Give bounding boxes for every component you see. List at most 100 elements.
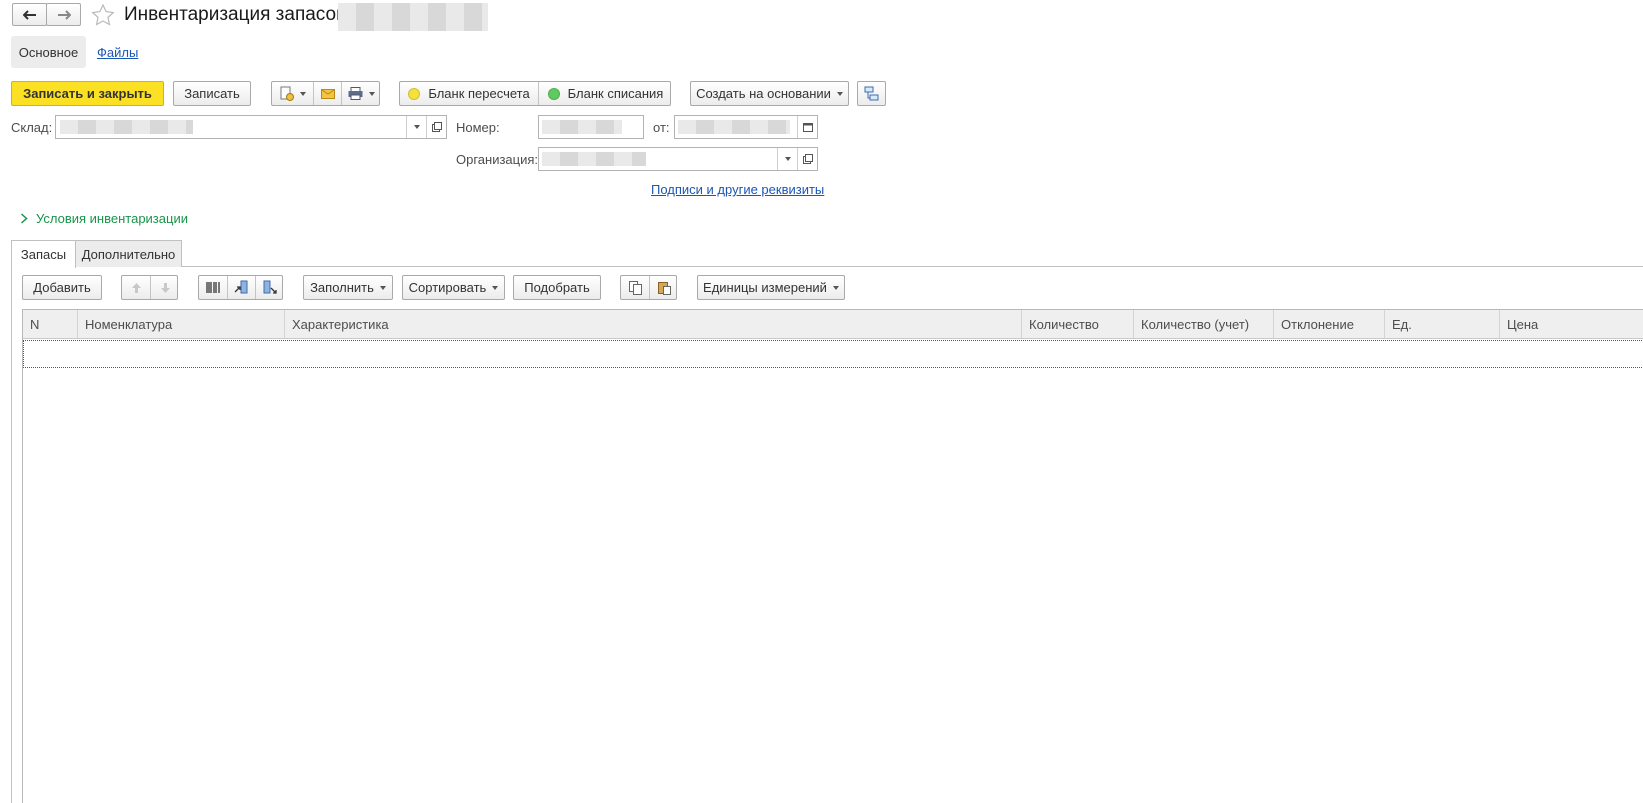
paste-button[interactable] (649, 276, 678, 299)
tab-panel-left-border (11, 266, 12, 803)
back-button[interactable] (12, 3, 47, 26)
attachment-button[interactable] (272, 82, 313, 105)
open-window-icon (431, 122, 442, 132)
units-button[interactable]: Единицы измерений (697, 275, 845, 300)
paste-icon (657, 281, 671, 295)
add-button[interactable]: Добавить (22, 275, 102, 300)
save-label: Записать (184, 86, 240, 101)
copy-icon (628, 280, 642, 295)
warehouse-dropdown[interactable] (406, 116, 426, 138)
fill-button[interactable]: Заполнить (303, 275, 393, 300)
forward-button[interactable] (46, 3, 81, 26)
warehouse-field[interactable] (55, 115, 447, 139)
pick-button[interactable]: Подобрать (513, 275, 601, 300)
green-circle-icon (547, 87, 560, 100)
units-label: Единицы измерений (703, 280, 827, 295)
fill-label: Заполнить (310, 280, 374, 295)
recount-form-label: Бланк пересчета (428, 86, 530, 101)
empty-table-row[interactable] (23, 340, 1643, 368)
column-header-nomenclature[interactable]: Номенклатура (77, 310, 284, 338)
organization-dropdown[interactable] (777, 148, 797, 170)
writeoff-form-button[interactable]: Бланк списания (538, 82, 672, 105)
data-collection-upload-button[interactable] (255, 276, 284, 299)
date-field[interactable] (674, 115, 818, 139)
organization-field[interactable] (538, 147, 818, 171)
print-button[interactable] (341, 82, 381, 105)
sort-label: Сортировать (408, 280, 487, 295)
clipboard-group (620, 275, 677, 300)
move-up-button[interactable] (122, 276, 150, 299)
arrow-left-icon (22, 9, 36, 20)
warehouse-label: Склад: (11, 120, 53, 135)
scan-group (198, 275, 283, 300)
sort-button[interactable]: Сортировать (402, 275, 505, 300)
arrow-up-icon (131, 282, 141, 293)
save-button[interactable]: Записать (173, 81, 251, 106)
barcode-icon (205, 282, 220, 293)
forms-group: Бланк пересчета Бланк списания (399, 81, 671, 106)
page-title: Инвентаризация запасов (124, 4, 347, 25)
document-number-redacted (338, 3, 488, 31)
copy-button[interactable] (621, 276, 649, 299)
column-header-quantity-accounting[interactable]: Количество (учет) (1133, 310, 1273, 338)
mail-button[interactable] (313, 82, 341, 105)
terminal-download-icon (234, 280, 248, 294)
column-header-quantity[interactable]: Количество (1021, 310, 1133, 338)
open-window-icon (802, 154, 813, 164)
data-collection-terminal-button[interactable] (227, 276, 255, 299)
calendar-icon (802, 123, 813, 132)
number-field[interactable] (538, 115, 644, 139)
table-header: N Номенклатура Характеристика Количество… (23, 310, 1643, 339)
tab-stock-label: Запасы (20, 247, 67, 262)
calendar-button[interactable] (797, 116, 817, 138)
tabs-baseline (11, 266, 1643, 267)
column-header-unit[interactable]: Ед. (1384, 310, 1499, 338)
organization-open[interactable] (797, 148, 817, 170)
organization-label: Организация: (456, 152, 539, 167)
move-down-button[interactable] (150, 276, 179, 299)
tab-stock[interactable]: Запасы (11, 240, 76, 268)
create-based-button[interactable]: Создать на основании (690, 81, 849, 106)
add-label: Добавить (33, 280, 91, 295)
star-icon[interactable] (91, 4, 115, 26)
tab-extra[interactable]: Дополнительно (75, 240, 182, 267)
printer-icon (348, 87, 363, 100)
barcode-button[interactable] (199, 276, 227, 299)
move-group (121, 275, 178, 300)
column-header-deviation[interactable]: Отклонение (1273, 310, 1384, 338)
nav-files[interactable]: Файлы (97, 45, 138, 60)
date-value-redacted (678, 120, 790, 134)
chevron-right-icon (20, 213, 28, 224)
conditions-group-toggle[interactable]: Условия инвентаризации (20, 211, 188, 226)
tab-extra-label: Дополнительно (81, 246, 176, 262)
nav-main-label: Основное (18, 44, 79, 60)
structure-button[interactable] (857, 81, 886, 106)
arrow-down-icon (160, 282, 170, 293)
writeoff-form-label: Бланк списания (567, 86, 664, 101)
document-clock-icon (280, 86, 294, 101)
date-label: от: (653, 120, 670, 135)
signatures-link[interactable]: Подписи и другие реквизиты (651, 182, 824, 197)
column-header-number[interactable]: N (23, 310, 77, 338)
number-label: Номер: (456, 120, 500, 135)
save-close-label: Записать и закрыть (23, 86, 152, 101)
nav-main[interactable]: Основное (11, 36, 86, 68)
yellow-circle-icon (408, 87, 421, 100)
stock-table: N Номенклатура Характеристика Количество… (22, 309, 1643, 803)
warehouse-value-redacted (60, 120, 193, 134)
save-close-button[interactable]: Записать и закрыть (11, 81, 164, 106)
terminal-upload-icon (263, 280, 277, 294)
actions-group (271, 81, 380, 106)
conditions-label: Условия инвентаризации (36, 211, 188, 226)
organization-value-redacted (542, 152, 646, 166)
recount-form-button[interactable]: Бланк пересчета (400, 82, 538, 105)
hierarchy-icon (864, 86, 879, 101)
arrow-right-icon (57, 9, 71, 20)
create-based-label: Создать на основании (696, 86, 831, 101)
column-header-price[interactable]: Цена (1499, 310, 1643, 338)
pick-label: Подобрать (524, 280, 590, 295)
envelope-icon (320, 88, 335, 99)
column-header-characteristic[interactable]: Характеристика (284, 310, 1021, 338)
warehouse-open[interactable] (426, 116, 446, 138)
number-value-redacted (542, 120, 622, 134)
